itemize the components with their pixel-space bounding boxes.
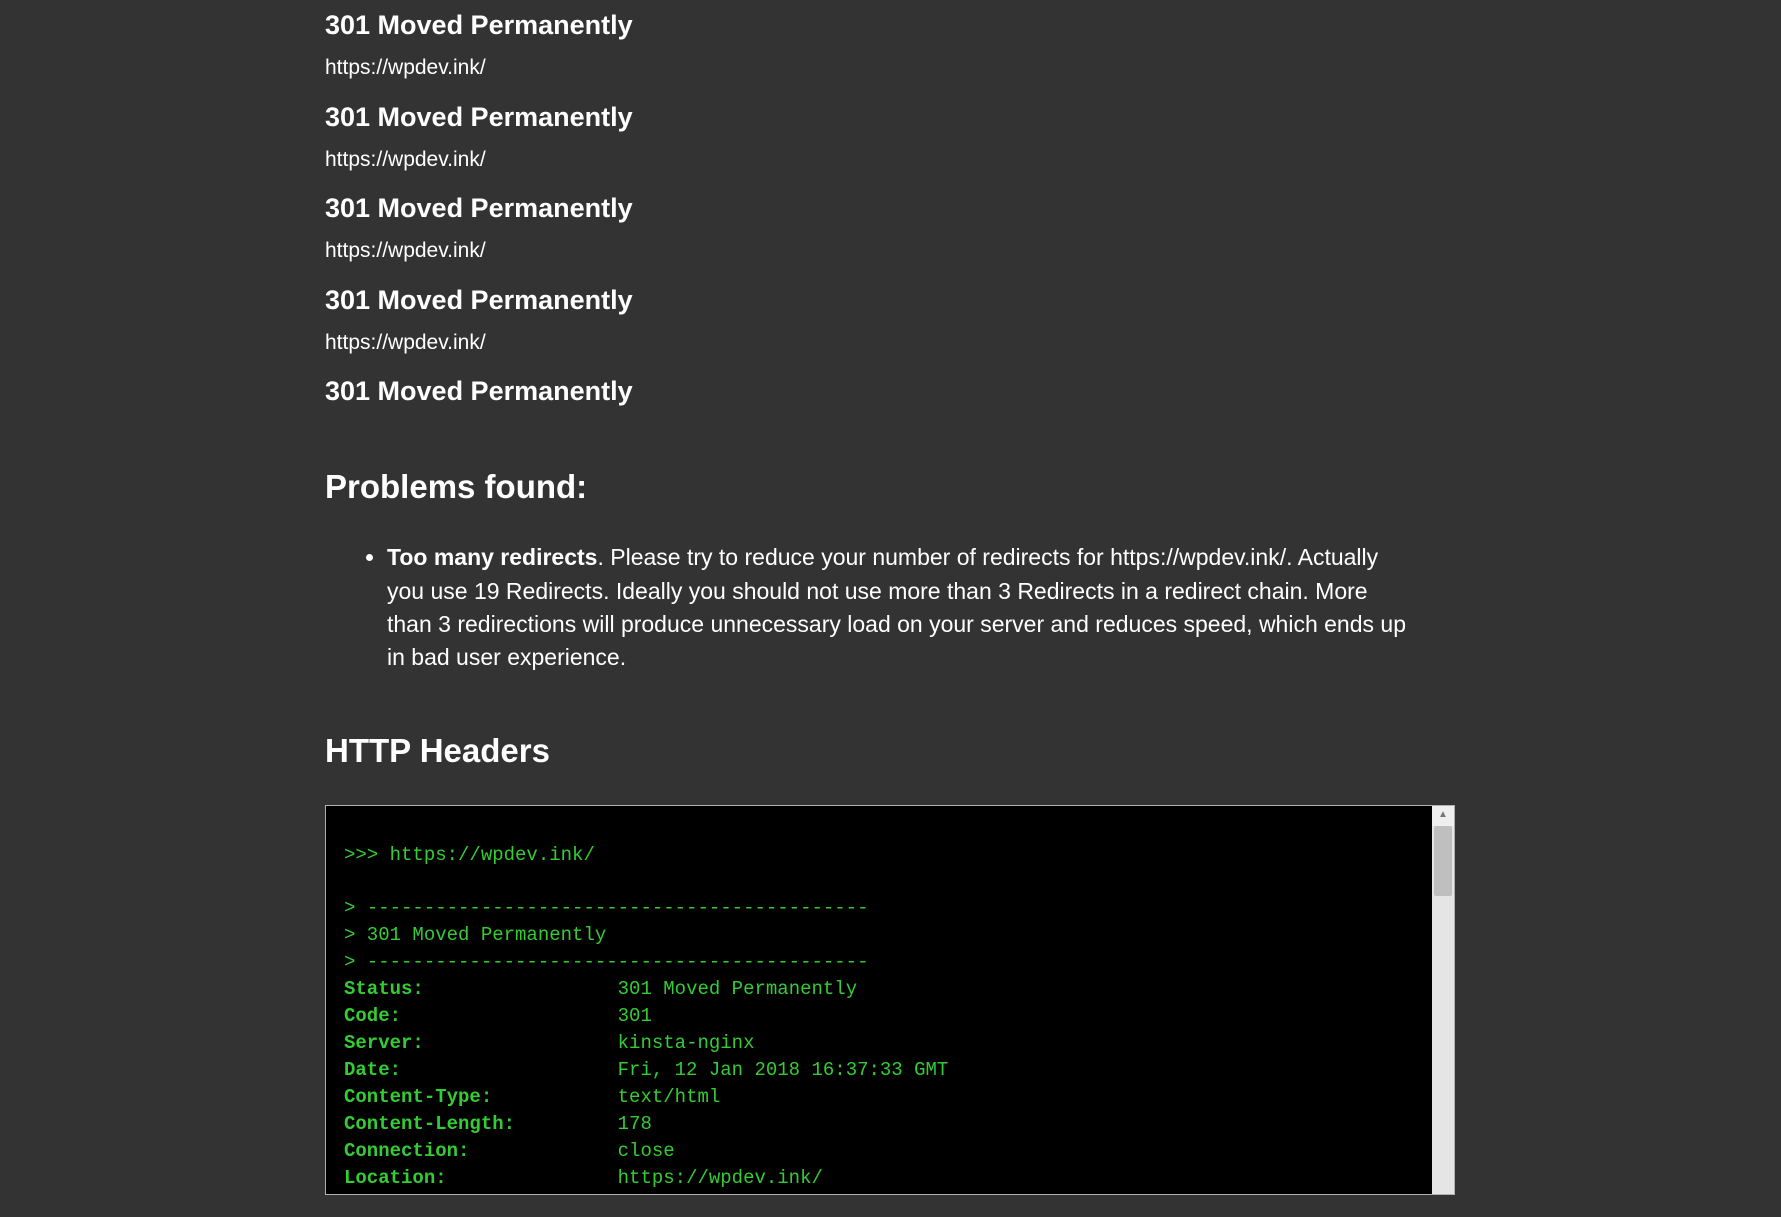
redirect-status: 301 Moved Permanently xyxy=(325,6,1455,45)
redirect-status: 301 Moved Permanently xyxy=(325,98,1455,137)
redirect-status: 301 Moved Permanently xyxy=(325,372,1455,411)
headers-panel: >>> https://wpdev.ink/ > ---------------… xyxy=(325,805,1455,1195)
document-body: 301 Moved Permanently https://wpdev.ink/3… xyxy=(325,0,1455,1195)
redirect-status: 301 Moved Permanently xyxy=(325,281,1455,320)
redirect-url: https://wpdev.ink/ xyxy=(325,236,1455,266)
scroll-up-icon[interactable]: ▲ xyxy=(1432,806,1454,826)
http-headers-heading: HTTP Headers xyxy=(325,727,1455,775)
redirect-list: 301 Moved Permanently https://wpdev.ink/3… xyxy=(325,6,1455,411)
problem-item: Too many redirects. Please try to reduce… xyxy=(387,541,1415,674)
redirect-url: https://wpdev.ink/ xyxy=(325,145,1455,175)
scrollbar-thumb[interactable] xyxy=(1434,826,1452,896)
problems-list: Too many redirects. Please try to reduce… xyxy=(387,541,1455,674)
redirect-status: 301 Moved Permanently xyxy=(325,189,1455,228)
problems-heading: Problems found: xyxy=(325,463,1455,511)
problem-lead: Too many redirects xyxy=(387,544,597,570)
redirect-url: https://wpdev.ink/ xyxy=(325,53,1455,83)
headers-console: >>> https://wpdev.ink/ > ---------------… xyxy=(326,806,1432,1194)
redirect-url: https://wpdev.ink/ xyxy=(325,328,1455,358)
console-scrollbar[interactable]: ▲ xyxy=(1432,806,1454,1194)
